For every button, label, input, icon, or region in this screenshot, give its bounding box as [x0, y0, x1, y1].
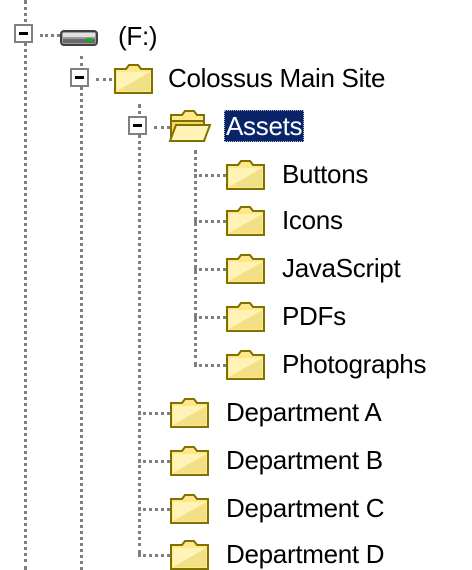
tree-connector: [138, 412, 170, 415]
folder-icon: [170, 398, 209, 428]
tree-item-department-a[interactable]: Department A: [168, 392, 383, 432]
tree-item-label: Department D: [226, 539, 385, 569]
tree-item-assets[interactable]: Assets: [168, 106, 305, 146]
drive-icon: [60, 30, 98, 46]
folder-tree: (F:) Colossus Main Site Assets Buttons I…: [0, 0, 472, 570]
folder-icon: [226, 302, 265, 332]
tree-item-buttons[interactable]: Buttons: [224, 154, 370, 194]
tree-item-pdfs[interactable]: PDFs: [224, 296, 348, 336]
collapse-toggle-drive[interactable]: [14, 24, 33, 43]
tree-connector: [194, 220, 226, 223]
tree-connector: [194, 316, 226, 319]
tree-item-javascript[interactable]: JavaScript: [224, 248, 402, 288]
tree-item-label: Department C: [226, 493, 385, 523]
tree-item-department-c[interactable]: Department C: [168, 488, 386, 528]
folder-icon: [226, 254, 265, 284]
drive-label: (F:): [118, 21, 158, 51]
tree-connector: [194, 364, 226, 367]
tree-connector: [138, 460, 170, 463]
tree-connector: [194, 174, 226, 177]
tree-connector: [194, 150, 197, 366]
tree-item-department-d[interactable]: Department D: [168, 534, 386, 570]
tree-connector: [138, 554, 170, 557]
folder-icon: [226, 206, 265, 236]
collapse-toggle-site[interactable]: [70, 68, 89, 87]
tree-item-label: Department B: [226, 445, 383, 475]
tree-connector: [138, 508, 170, 511]
tree-item-department-b[interactable]: Department B: [168, 440, 385, 480]
folder-icon: [170, 540, 209, 570]
folder-icon: [226, 160, 265, 190]
tree-item-label: PDFs: [282, 301, 346, 331]
tree-item-drive[interactable]: (F:): [58, 16, 159, 56]
tree-item-label: Icons: [282, 205, 343, 235]
tree-connector: [138, 104, 141, 554]
tree-connector: [194, 268, 226, 271]
folder-icon: [170, 494, 209, 524]
tree-item-label: Assets: [224, 110, 305, 142]
tree-connector: [40, 34, 60, 37]
tree-item-label: Colossus Main Site: [168, 63, 386, 93]
folder-icon: [226, 350, 265, 380]
tree-item-label: Photographs: [282, 349, 427, 379]
tree-item-photographs[interactable]: Photographs: [224, 344, 428, 384]
tree-item-label: Department A: [226, 397, 382, 427]
folder-open-icon: [168, 110, 212, 142]
collapse-toggle-assets[interactable]: [128, 116, 147, 135]
tree-connector: [24, 0, 27, 570]
folder-icon: [170, 446, 209, 476]
folder-icon: [114, 64, 153, 94]
tree-connector: [80, 56, 83, 570]
tree-item-label: Buttons: [282, 159, 369, 189]
tree-connector: [96, 78, 112, 81]
tree-item-colossus-main-site[interactable]: Colossus Main Site: [112, 58, 387, 98]
tree-item-label: JavaScript: [282, 253, 401, 283]
tree-item-icons[interactable]: Icons: [224, 200, 345, 240]
